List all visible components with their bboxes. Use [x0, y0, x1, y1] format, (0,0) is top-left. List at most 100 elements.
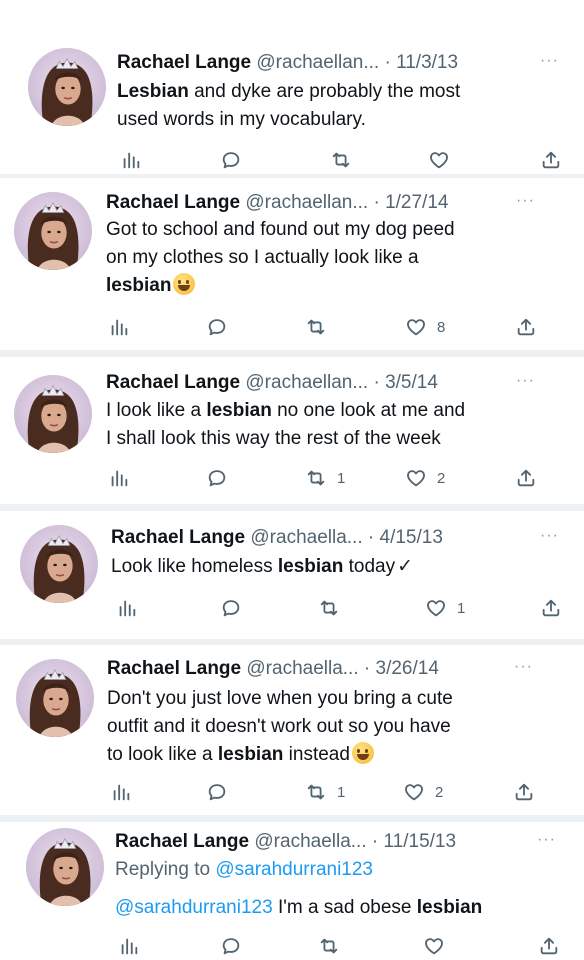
- retweet-button[interactable]: 1: [305, 467, 345, 489]
- like-button[interactable]: [423, 935, 445, 957]
- more-options-icon[interactable]: ···: [537, 831, 556, 849]
- reply-button[interactable]: [220, 935, 242, 957]
- reply-button[interactable]: [220, 149, 242, 171]
- reply-button[interactable]: [206, 316, 228, 338]
- text-segment: today: [343, 556, 396, 577]
- share-button[interactable]: [513, 781, 535, 803]
- grinning-emoji-icon: [351, 742, 374, 764]
- tweet-card[interactable]: Rachael Lange @rachaella... · 3/26/14 ···…: [0, 645, 584, 815]
- like-button[interactable]: 2: [403, 781, 443, 803]
- author-name[interactable]: Rachael Lange: [117, 52, 251, 73]
- text-segment: Look like homeless: [111, 556, 278, 577]
- tweet-actions: [0, 149, 584, 173]
- tweet-text: I look like a lesbian no one look at me …: [106, 397, 465, 453]
- more-options-icon[interactable]: ···: [540, 52, 559, 70]
- reply-button[interactable]: [206, 781, 228, 803]
- tweet-actions: 8: [0, 316, 584, 340]
- handle-and-date[interactable]: @rachaella... · 3/26/14: [246, 658, 439, 679]
- views-icon: [110, 781, 132, 803]
- like-button[interactable]: 2: [405, 467, 445, 489]
- handle-and-date[interactable]: @rachaellan... · 11/3/13: [256, 52, 458, 73]
- avatar[interactable]: [20, 525, 98, 603]
- reply-icon: [220, 149, 242, 171]
- share-button[interactable]: [538, 935, 560, 957]
- more-options-icon[interactable]: ···: [516, 192, 535, 210]
- share-button[interactable]: [515, 316, 537, 338]
- tweet-header: Rachael Lange @rachaellan... · 3/5/14: [106, 371, 438, 395]
- handle-and-date[interactable]: @rachaellan... · 3/5/14: [245, 372, 438, 393]
- author-name[interactable]: Rachael Lange: [106, 372, 240, 393]
- reply-button[interactable]: [220, 597, 242, 619]
- like-button[interactable]: 8: [405, 316, 445, 338]
- like-icon: [403, 781, 425, 803]
- reply-button[interactable]: [206, 467, 228, 489]
- mention-link[interactable]: @sarahdurrani123: [215, 859, 373, 880]
- replying-to-label: Replying to: [115, 859, 216, 880]
- views-button[interactable]: [118, 935, 140, 957]
- views-button[interactable]: [108, 467, 130, 489]
- text-segment: Got to school and found out my dog peed …: [106, 219, 455, 268]
- retweet-button[interactable]: 1: [305, 781, 345, 803]
- avatar[interactable]: [16, 659, 94, 737]
- author-name[interactable]: Rachael Lange: [115, 831, 249, 852]
- handle-and-date[interactable]: @rachaellan... · 1/27/14: [245, 192, 448, 213]
- views-icon: [108, 467, 130, 489]
- avatar[interactable]: [14, 192, 92, 270]
- handle-and-date[interactable]: @rachaella... · 4/15/13: [250, 527, 443, 548]
- divider: [0, 350, 584, 357]
- reply-icon: [206, 781, 228, 803]
- highlighted-term: lesbian: [206, 400, 272, 421]
- more-options-icon[interactable]: ···: [514, 658, 533, 676]
- author-name[interactable]: Rachael Lange: [106, 192, 240, 213]
- reply-icon: [206, 316, 228, 338]
- tweet-card[interactable]: Rachael Lange @rachaellan... · 1/27/14 ··…: [0, 178, 584, 350]
- divider: [0, 174, 584, 178]
- like-button[interactable]: 1: [425, 597, 465, 619]
- more-options-icon[interactable]: ···: [516, 372, 535, 390]
- avatar[interactable]: [28, 48, 106, 126]
- retweet-icon: [318, 597, 340, 619]
- retweet-icon: [305, 467, 327, 489]
- tweet-card[interactable]: Rachael Lange @rachaella... · 11/15/13 ··…: [0, 822, 584, 960]
- tweet-header: Rachael Lange @rachaella... · 3/26/14: [107, 657, 439, 681]
- tweet-header: Rachael Lange @rachaellan... · 11/3/13: [117, 51, 458, 75]
- author-name[interactable]: Rachael Lange: [111, 527, 245, 548]
- reply-icon: [220, 597, 242, 619]
- retweet-button[interactable]: [330, 149, 352, 171]
- share-button[interactable]: [540, 149, 562, 171]
- share-icon: [515, 467, 537, 489]
- grinning-emoji-icon: [173, 273, 196, 295]
- retweet-button[interactable]: [318, 597, 340, 619]
- views-icon: [116, 597, 138, 619]
- tweet-text: Got to school and found out my dog peed …: [106, 216, 455, 300]
- retweet-button[interactable]: [318, 935, 340, 957]
- tweet-card[interactable]: Rachael Lange @rachaellan... · 11/3/13 ··…: [0, 18, 584, 174]
- share-button[interactable]: [515, 467, 537, 489]
- views-button[interactable]: [110, 781, 132, 803]
- views-button[interactable]: [116, 597, 138, 619]
- more-options-icon[interactable]: ···: [540, 527, 559, 545]
- views-button[interactable]: [108, 316, 130, 338]
- handle-and-date[interactable]: @rachaella... · 11/15/13: [254, 831, 456, 852]
- tweet-actions: 12: [0, 467, 584, 491]
- share-icon: [540, 149, 562, 171]
- text-segment: I look like a: [106, 400, 207, 421]
- retweet-button[interactable]: [305, 316, 327, 338]
- tweet-card[interactable]: Rachael Lange @rachaella... · 4/15/13 ···…: [0, 511, 584, 639]
- like-button[interactable]: [428, 149, 450, 171]
- highlighted-term: lesbian: [277, 556, 344, 577]
- author-name[interactable]: Rachael Lange: [107, 658, 241, 679]
- avatar[interactable]: [26, 828, 104, 906]
- mention-link[interactable]: @sarahdurrani123: [115, 897, 273, 918]
- avatar[interactable]: [14, 375, 92, 453]
- highlighted-term: lesbian: [106, 275, 172, 296]
- share-button[interactable]: [540, 597, 562, 619]
- tweet-header: Rachael Lange @rachaellan... · 1/27/14: [106, 191, 448, 215]
- reply-icon: [206, 467, 228, 489]
- like-count: 8: [437, 318, 446, 336]
- like-count: 2: [435, 783, 444, 801]
- views-button[interactable]: [120, 149, 142, 171]
- like-icon: [428, 149, 450, 171]
- tweet-card[interactable]: Rachael Lange @rachaellan... · 3/5/14 ···…: [0, 357, 584, 504]
- like-icon: [405, 316, 427, 338]
